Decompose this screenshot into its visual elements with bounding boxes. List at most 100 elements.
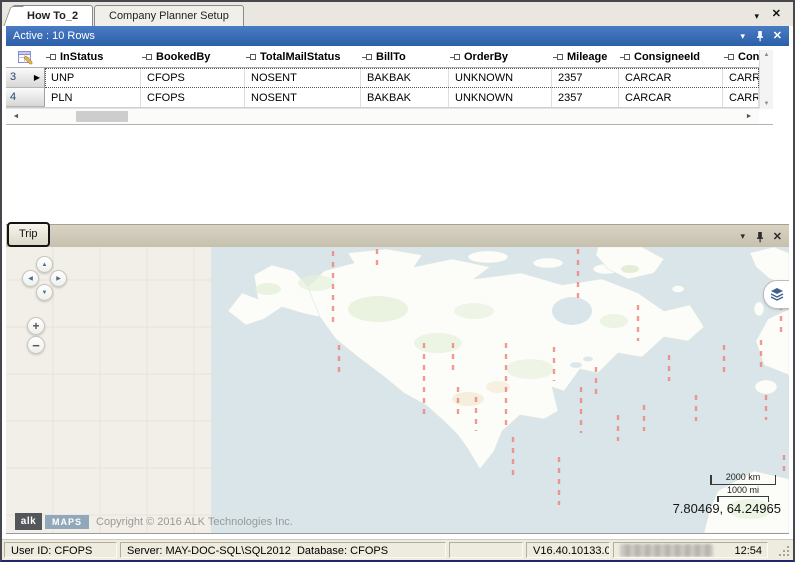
- active-panel-caption-bar[interactable]: Active : 10 Rows ▾ ✕: [6, 26, 789, 46]
- scale-mi: 1000 mi: [717, 485, 769, 497]
- column-header-bookedby[interactable]: BookedBy: [141, 47, 245, 67]
- pan-left-button[interactable]: ◀: [22, 270, 39, 287]
- map-coordinates: 7.80469, 64.24965: [673, 501, 781, 516]
- alk-logo: alk: [15, 513, 42, 530]
- pan-right-button[interactable]: ▶: [50, 270, 67, 287]
- status-version: V16.40.10133.0: [526, 542, 610, 558]
- panel-pin-icon[interactable]: [755, 225, 765, 248]
- pushpin-glyph: [755, 30, 765, 42]
- resize-grip[interactable]: [778, 545, 790, 557]
- scroll-down-icon[interactable]: ▼: [764, 101, 770, 107]
- tab-company-planner-setup[interactable]: Company Planner Setup: [94, 5, 244, 26]
- tab-list-caret-icon[interactable]: ▾: [754, 8, 759, 24]
- map-scale: 2000 km 1000 mi: [710, 472, 776, 497]
- column-pin-icon[interactable]: [620, 53, 630, 61]
- trip-panel-caption-bar[interactable]: Trip ▾ ✕: [6, 224, 789, 247]
- column-pin-icon[interactable]: [450, 53, 460, 61]
- map-zoom-control: + −: [27, 317, 45, 355]
- pan-up-button[interactable]: ▲: [36, 256, 53, 273]
- cell-billto[interactable]: BAKBAK: [361, 68, 449, 88]
- active-panel-title: Active : 10 Rows: [13, 30, 95, 42]
- tab-how-to-2[interactable]: How To_2: [12, 5, 93, 26]
- cell-orderby[interactable]: UNKNOWN: [449, 88, 552, 107]
- row-header-3[interactable]: 3 ▶: [6, 68, 45, 88]
- cell-consigneeid[interactable]: CARCAR: [619, 88, 723, 107]
- scale-km: 2000 km: [710, 472, 776, 485]
- cell-consignee[interactable]: CARRI: [723, 88, 759, 107]
- trip-panel-title: Trip: [19, 228, 38, 240]
- column-header-mileage[interactable]: Mileage: [552, 47, 619, 67]
- document-tab-bar: How To_2 Company Planner Setup ▾ ✕: [2, 2, 793, 26]
- cell-orderby[interactable]: UNKNOWN: [449, 68, 552, 88]
- column-pin-icon[interactable]: [246, 53, 256, 61]
- tab-close-icon[interactable]: ✕: [772, 6, 781, 22]
- table-row: 4 PLN CFOPS NOSENT BAKBAK UNKNOWN 2357 C…: [6, 88, 759, 108]
- column-pin-icon[interactable]: [553, 53, 563, 61]
- panel-close-icon[interactable]: ✕: [773, 26, 782, 46]
- down-arrow-icon: ▼: [42, 290, 48, 296]
- column-pin-icon[interactable]: [362, 53, 372, 61]
- pushpin-glyph: [755, 231, 765, 243]
- column-header-consigneeid[interactable]: ConsigneeId: [619, 47, 723, 67]
- scroll-right-icon[interactable]: ►: [739, 113, 759, 120]
- panel-menu-caret-icon[interactable]: ▾: [740, 26, 745, 46]
- copyright-text: Copyright © 2016 ALK Technologies Inc.: [96, 516, 293, 528]
- status-bar: User ID: CFOPS Server: MAY-DOC-SQL\SQL20…: [2, 539, 793, 560]
- status-empty-segment: [449, 542, 523, 558]
- column-header-consignee[interactable]: Consig: [723, 47, 759, 67]
- column-header-orderby[interactable]: OrderBy: [449, 47, 552, 67]
- grid-horizontal-scrollbar[interactable]: ◄ ►: [6, 108, 759, 124]
- row-header-4[interactable]: 4: [6, 88, 45, 107]
- tab-label: Company Planner Setup: [109, 10, 229, 22]
- status-time-segment: 12:54: [613, 542, 768, 558]
- cell-consigneeid[interactable]: CARCAR: [619, 68, 723, 88]
- cell-totalmailstatus[interactable]: NOSENT: [245, 88, 361, 107]
- grid-vertical-scrollbar[interactable]: ▲ ▼: [759, 50, 773, 109]
- panel-close-icon[interactable]: ✕: [773, 225, 782, 248]
- grid-corner-cell[interactable]: [6, 47, 45, 67]
- up-arrow-icon: ▲: [42, 262, 48, 268]
- orders-grid: InStatus BookedBy TotalMailStatus BillTo…: [6, 47, 773, 125]
- map-pan-control: ▲ ◀ ▶ ▼: [22, 256, 68, 304]
- column-pin-icon[interactable]: [46, 53, 56, 61]
- cell-instatus[interactable]: PLN: [45, 88, 141, 107]
- map-canvas[interactable]: [6, 247, 789, 533]
- panel-menu-caret-icon[interactable]: ▾: [740, 225, 745, 248]
- cell-totalmailstatus[interactable]: NOSENT: [245, 68, 361, 88]
- status-user-id: User ID: CFOPS: [4, 542, 117, 558]
- left-arrow-icon: ◀: [28, 275, 33, 282]
- hudson-bay: [552, 297, 592, 325]
- column-header-instatus[interactable]: InStatus: [45, 47, 141, 67]
- zoom-out-button[interactable]: −: [27, 336, 45, 354]
- cell-mileage[interactable]: 2357: [552, 68, 619, 88]
- scroll-up-icon[interactable]: ▲: [764, 52, 770, 58]
- map-layers-button[interactable]: [763, 280, 789, 309]
- cell-bookedby[interactable]: CFOPS: [141, 68, 245, 88]
- cell-bookedby[interactable]: CFOPS: [141, 88, 245, 107]
- table-row: 3 ▶ UNP CFOPS NOSENT BAKBAK UNKNOWN 2357…: [6, 68, 759, 88]
- cell-billto[interactable]: BAKBAK: [361, 88, 449, 107]
- column-pin-icon[interactable]: [142, 53, 152, 61]
- pan-down-button[interactable]: ▼: [36, 284, 53, 301]
- trip-panel-tab[interactable]: Trip: [7, 222, 50, 247]
- scrollbar-thumb[interactable]: [76, 111, 128, 122]
- layers-icon: [770, 288, 784, 301]
- column-header-billto[interactable]: BillTo: [361, 47, 449, 67]
- zoom-in-button[interactable]: +: [27, 317, 45, 335]
- scroll-left-icon[interactable]: ◄: [6, 113, 26, 120]
- scrollbar-track[interactable]: [26, 109, 739, 124]
- cell-mileage[interactable]: 2357: [552, 88, 619, 107]
- app-window: How To_2 Company Planner Setup ▾ ✕ Activ…: [0, 0, 795, 562]
- cell-instatus[interactable]: UNP: [45, 68, 141, 88]
- cell-consignee[interactable]: CARRI: [723, 68, 759, 88]
- right-arrow-icon: ▶: [56, 275, 61, 282]
- status-clock: 12:54: [734, 544, 762, 558]
- panel-pin-icon[interactable]: [755, 26, 765, 46]
- map-attribution: alk MAPS Copyright © 2016 ALK Technologi…: [15, 513, 293, 530]
- grid-header-row: InStatus BookedBy TotalMailStatus BillTo…: [6, 47, 759, 68]
- column-pin-icon[interactable]: [724, 53, 734, 61]
- status-server-database: Server: MAY-DOC-SQL\SQL2012 Database: CF…: [120, 542, 446, 558]
- column-header-totalmailstatus[interactable]: TotalMailStatus: [245, 47, 361, 67]
- redacted-text: [620, 544, 713, 557]
- trip-map[interactable]: ▲ ◀ ▶ ▼ + − alk MAPS Copyright © 2016 AL…: [6, 247, 789, 534]
